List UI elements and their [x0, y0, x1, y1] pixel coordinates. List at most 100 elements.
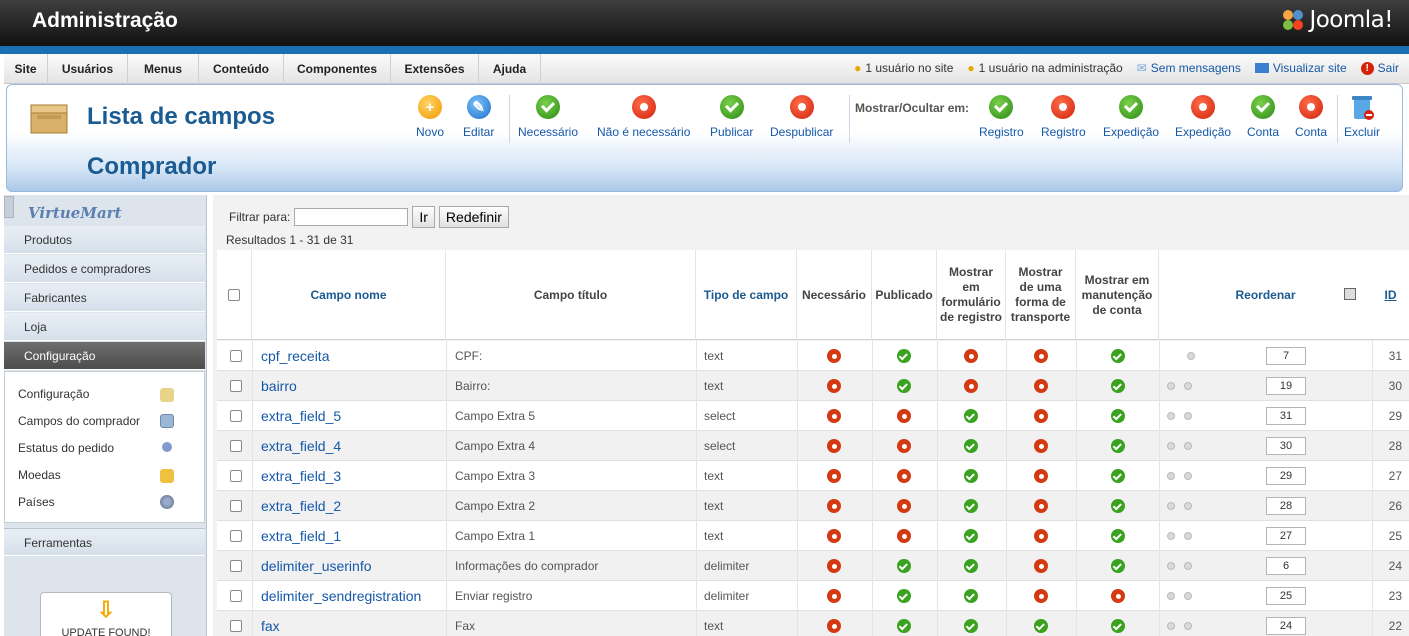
required-toggle-cross-icon[interactable] — [827, 589, 841, 603]
registration-toggle-check-icon[interactable] — [964, 469, 978, 483]
published-toggle-cross-icon[interactable] — [897, 529, 911, 543]
row-checkbox[interactable] — [230, 470, 242, 482]
published-toggle-check-icon[interactable] — [897, 379, 911, 393]
account-toggle-check-icon[interactable] — [1111, 619, 1125, 633]
move-down-icon[interactable] — [1184, 412, 1192, 420]
col-field-type[interactable]: Tipo de campo — [696, 250, 797, 340]
shipping-toggle-cross-icon[interactable] — [1034, 409, 1048, 423]
required-toggle-cross-icon[interactable] — [827, 379, 841, 393]
registration-toggle-check-icon[interactable] — [964, 439, 978, 453]
account-toggle-check-icon[interactable] — [1111, 559, 1125, 573]
shipping-toggle-cross-icon[interactable] — [1034, 499, 1048, 513]
required-toggle-cross-icon[interactable] — [827, 529, 841, 543]
move-down-icon[interactable] — [1184, 622, 1192, 630]
field-name-link[interactable]: extra_field_4 — [261, 431, 341, 461]
shipping-toggle-cross-icon[interactable] — [1034, 469, 1048, 483]
move-up-icon[interactable] — [1187, 352, 1195, 360]
order-input[interactable]: 29 — [1266, 467, 1306, 485]
published-toggle-check-icon[interactable] — [897, 589, 911, 603]
move-down-icon[interactable] — [1184, 442, 1192, 450]
hide-shipping-button[interactable]: Expedição — [1175, 95, 1231, 139]
registration-toggle-check-icon[interactable] — [964, 529, 978, 543]
account-toggle-check-icon[interactable] — [1111, 529, 1125, 543]
field-name-link[interactable]: cpf_receita — [261, 341, 329, 371]
field-name-link[interactable]: delimiter_sendregistration — [261, 581, 421, 611]
published-toggle-cross-icon[interactable] — [897, 439, 911, 453]
published-toggle-cross-icon[interactable] — [897, 469, 911, 483]
order-input[interactable]: 31 — [1266, 407, 1306, 425]
move-down-icon[interactable] — [1184, 382, 1192, 390]
menu-content[interactable]: Conteúdo — [199, 54, 284, 84]
account-toggle-check-icon[interactable] — [1111, 499, 1125, 513]
unpublish-button[interactable]: Despublicar — [770, 95, 833, 139]
move-down-icon[interactable] — [1184, 502, 1192, 510]
order-input[interactable]: 19 — [1266, 377, 1306, 395]
move-up-icon[interactable] — [1167, 382, 1175, 390]
update-notice[interactable]: ⇩ UPDATE FOUND! — [40, 592, 172, 636]
shipping-toggle-check-icon[interactable] — [1034, 619, 1048, 633]
shipping-toggle-cross-icon[interactable] — [1034, 379, 1048, 393]
submenu-shopper-fields[interactable]: Campos do comprador — [18, 414, 140, 428]
row-checkbox[interactable] — [230, 530, 242, 542]
field-name-link[interactable]: extra_field_2 — [261, 491, 341, 521]
not-required-button[interactable]: Não é necessário — [597, 95, 690, 139]
row-checkbox[interactable] — [230, 380, 242, 392]
registration-toggle-check-icon[interactable] — [964, 619, 978, 633]
row-checkbox[interactable] — [230, 620, 242, 632]
account-toggle-check-icon[interactable] — [1111, 349, 1125, 363]
submenu-configuration[interactable]: Configuração — [18, 387, 89, 401]
account-toggle-check-icon[interactable] — [1111, 469, 1125, 483]
move-up-icon[interactable] — [1167, 622, 1175, 630]
field-name-link[interactable]: extra_field_5 — [261, 401, 341, 431]
published-toggle-cross-icon[interactable] — [897, 499, 911, 513]
required-toggle-cross-icon[interactable] — [827, 409, 841, 423]
sidebar-item-manufacturers[interactable]: Fabricantes — [4, 284, 205, 312]
shipping-toggle-cross-icon[interactable] — [1034, 529, 1048, 543]
select-all-checkbox[interactable] — [228, 289, 240, 301]
registration-toggle-cross-icon[interactable] — [964, 349, 978, 363]
show-registration-button[interactable]: Registro — [979, 95, 1024, 139]
submenu-countries[interactable]: Países — [18, 495, 55, 509]
required-toggle-cross-icon[interactable] — [827, 559, 841, 573]
required-toggle-cross-icon[interactable] — [827, 439, 841, 453]
row-checkbox[interactable] — [230, 560, 242, 572]
move-down-icon[interactable] — [1184, 592, 1192, 600]
hide-registration-button[interactable]: Registro — [1041, 95, 1086, 139]
registration-toggle-check-icon[interactable] — [964, 409, 978, 423]
account-toggle-cross-icon[interactable] — [1111, 589, 1125, 603]
required-button[interactable]: Necessário — [518, 95, 578, 139]
col-reorder[interactable]: Reordenar — [1159, 250, 1372, 340]
delete-button[interactable]: Excluir — [1344, 95, 1380, 139]
menu-users[interactable]: Usuários — [48, 54, 128, 84]
menu-extensions[interactable]: Extensões — [391, 54, 479, 84]
sidebar-item-configuration[interactable]: Configuração — [4, 342, 205, 370]
move-up-icon[interactable] — [1167, 532, 1175, 540]
messages-link[interactable]: ✉ Sem mensagens — [1137, 61, 1241, 75]
field-name-link[interactable]: fax — [261, 611, 280, 636]
move-up-icon[interactable] — [1167, 502, 1175, 510]
edit-button[interactable]: ✎ Editar — [463, 95, 494, 139]
save-order-icon[interactable] — [1344, 288, 1356, 300]
required-toggle-cross-icon[interactable] — [827, 349, 841, 363]
move-up-icon[interactable] — [1167, 442, 1175, 450]
filter-input[interactable] — [294, 208, 409, 226]
menu-site[interactable]: Site — [4, 54, 48, 84]
move-up-icon[interactable] — [1167, 472, 1175, 480]
filter-reset-button[interactable]: Redefinir — [438, 206, 509, 228]
registration-toggle-check-icon[interactable] — [964, 499, 978, 513]
published-toggle-cross-icon[interactable] — [897, 409, 911, 423]
published-toggle-check-icon[interactable] — [897, 619, 911, 633]
order-input[interactable]: 7 — [1266, 347, 1306, 365]
shipping-toggle-cross-icon[interactable] — [1034, 559, 1048, 573]
published-toggle-check-icon[interactable] — [897, 349, 911, 363]
show-account-button[interactable]: Conta — [1247, 95, 1279, 139]
move-up-icon[interactable] — [1167, 562, 1175, 570]
order-input[interactable]: 25 — [1266, 587, 1306, 605]
menu-menus[interactable]: Menus — [128, 54, 199, 84]
field-name-link[interactable]: delimiter_userinfo — [261, 551, 372, 581]
sidebar-item-products[interactable]: Produtos — [4, 226, 205, 254]
order-input[interactable]: 28 — [1266, 497, 1306, 515]
submenu-order-status[interactable]: Estatus do pedido — [18, 441, 114, 455]
view-site-link[interactable]: Visualizar site — [1254, 61, 1347, 75]
row-checkbox[interactable] — [230, 590, 242, 602]
